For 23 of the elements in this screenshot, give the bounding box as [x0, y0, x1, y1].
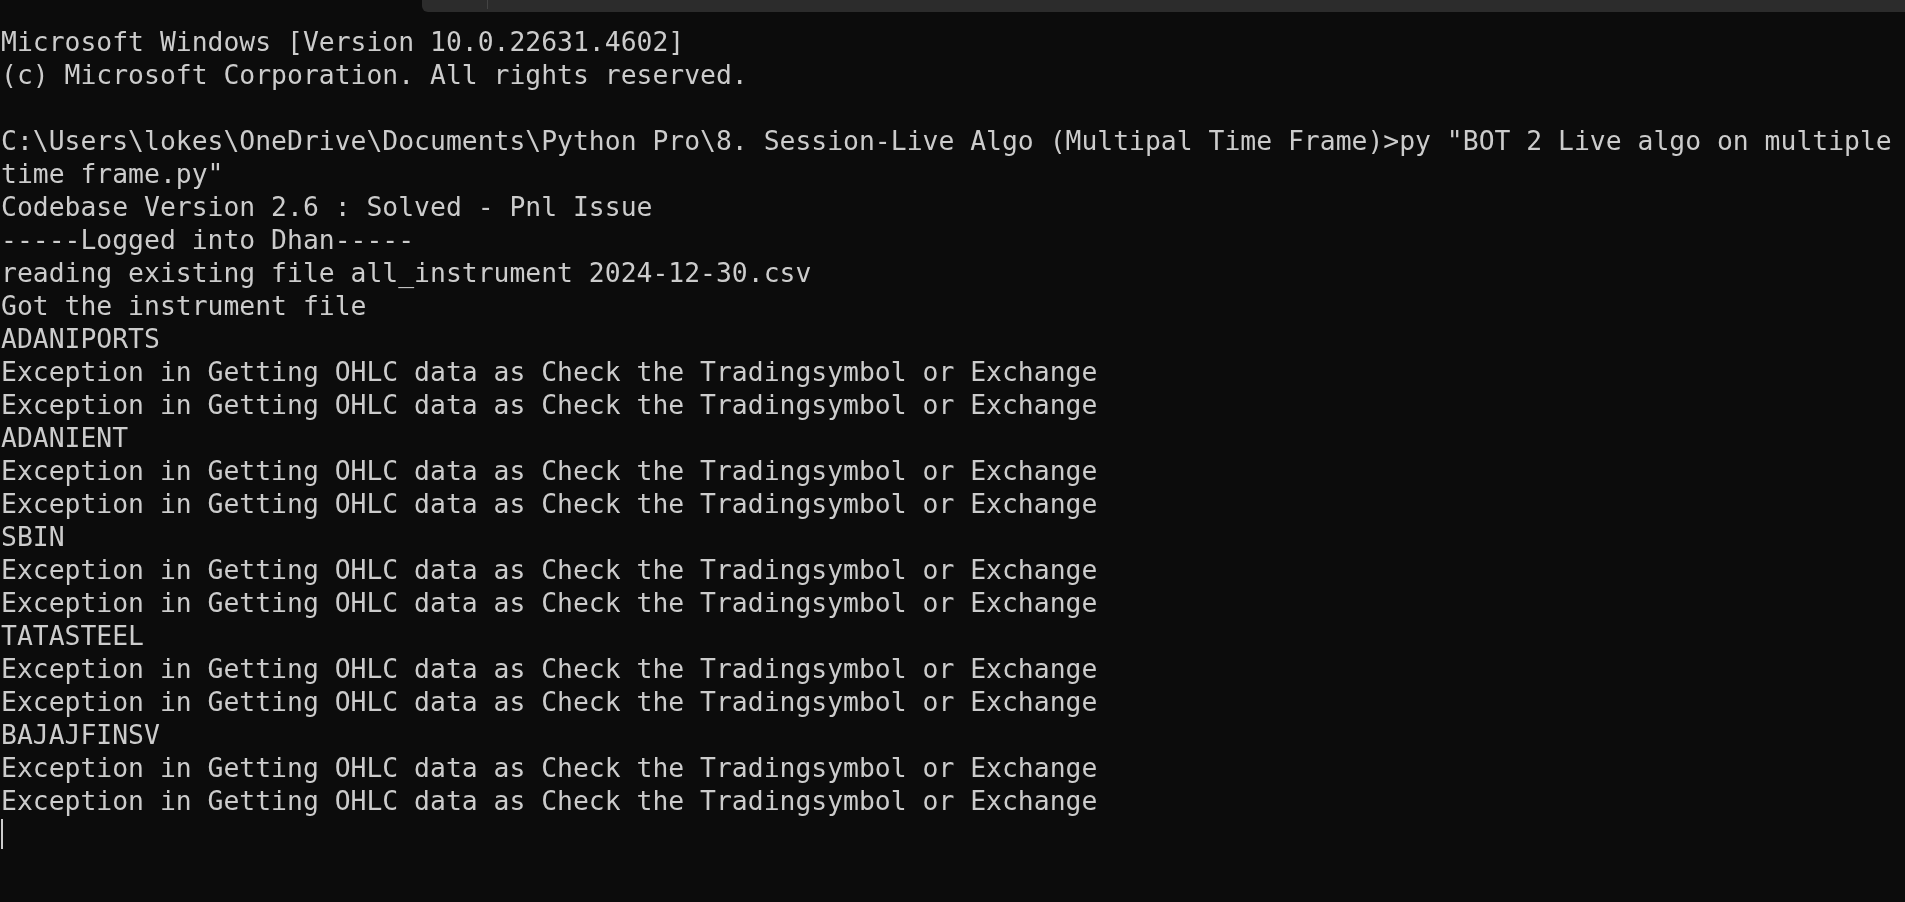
console-line: ADANIENT: [1, 421, 129, 454]
console-line: Exception in Getting OHLC data as Check the Tradingsymbol or Exchange: [1, 355, 1098, 388]
console-line: Exception in Getting OHLC data as Check the Tradingsymbol or Exchange: [1, 652, 1098, 685]
console-line: time frame.py": [1, 157, 224, 190]
console-line: Exception in Getting OHLC data as Check the Tradingsymbol or Exchange: [1, 784, 1098, 817]
console-line: ADANIPORTS: [1, 322, 160, 355]
console-line: Exception in Getting OHLC data as Check the Tradingsymbol or Exchange: [1, 685, 1098, 718]
console-line: Exception in Getting OHLC data as Check the Tradingsymbol or Exchange: [1, 553, 1098, 586]
console-line: Codebase Version 2.6 : Solved - Pnl Issue: [1, 190, 653, 223]
console-line: Exception in Getting OHLC data as Check the Tradingsymbol or Exchange: [1, 487, 1098, 520]
console-line: Got the instrument file: [1, 289, 367, 322]
console-line: Exception in Getting OHLC data as Check the Tradingsymbol or Exchange: [1, 751, 1098, 784]
console-line: Microsoft Windows [Version 10.0.22631.4602]: [1, 25, 685, 58]
console-line: reading existing file all_instrument 2024-12-30.csv: [1, 256, 812, 289]
console-line: BAJAJFINSV: [1, 718, 160, 751]
console-line: TATASTEEL: [1, 619, 144, 652]
console-line: SBIN: [1, 520, 65, 553]
console-line: C:\Users\lokes\OneDrive\Documents\Python Pro\8. Session-Live Algo (Multipal Time Frame)>py "BOT 2 Live algo on multiple: [1, 124, 1892, 157]
console-line: Exception in Getting OHLC data as Check the Tradingsymbol or Exchange: [1, 454, 1098, 487]
console-line: -----Logged into Dhan-----: [1, 223, 415, 256]
console-line: Exception in Getting OHLC data as Check the Tradingsymbol or Exchange: [1, 586, 1098, 619]
console-line: Exception in Getting OHLC data as Check the Tradingsymbol or Exchange: [1, 388, 1098, 421]
console-line: (c) Microsoft Corporation. All rights reserved.: [1, 58, 748, 91]
